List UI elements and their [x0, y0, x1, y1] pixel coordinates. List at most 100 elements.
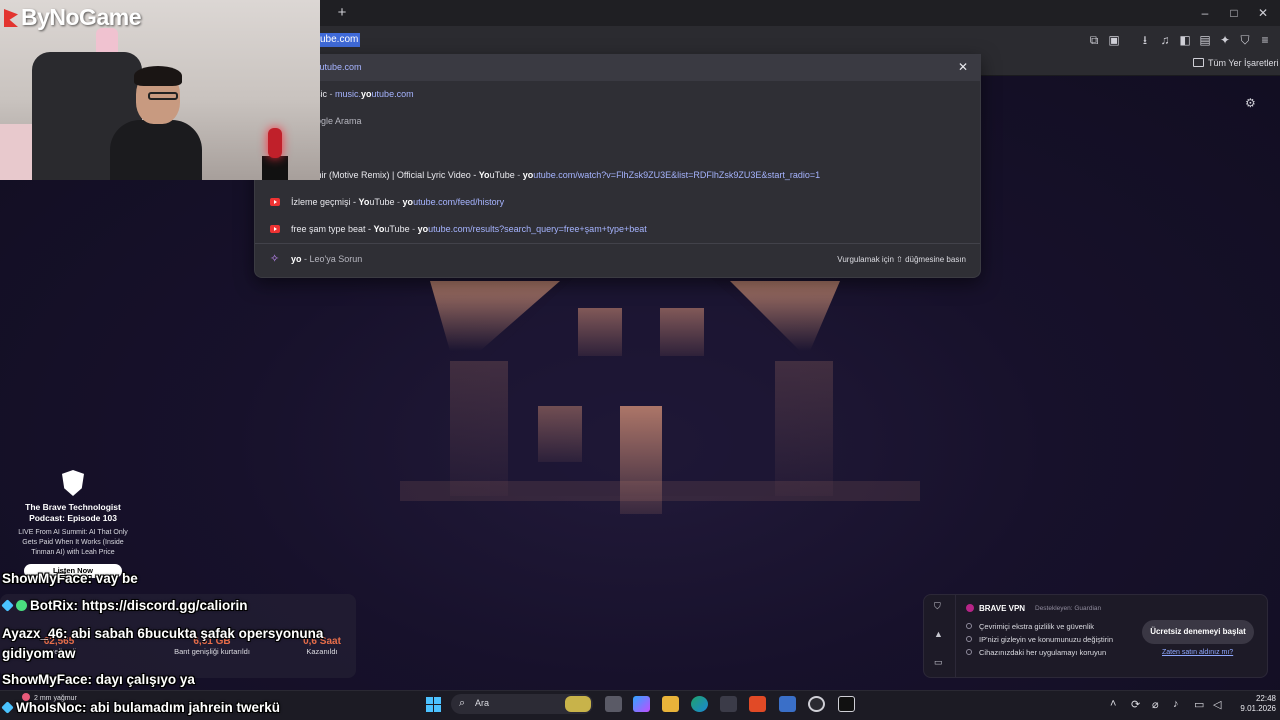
already-purchased-link[interactable]: Zaten satın aldınız mı? [1162, 649, 1233, 656]
vpn-title: BRAVE VPN [966, 604, 1025, 613]
extensions-icon[interactable]: ⧉ [1086, 33, 1102, 47]
microphone [268, 128, 282, 158]
vpn-card-sidebar: ⛉ ▲ ▭ [924, 595, 956, 677]
store-icon[interactable] [720, 696, 737, 712]
app-icon[interactable] [779, 696, 796, 712]
suggestion-text: free şam type beat - YouTube - youtube.c… [291, 224, 647, 234]
sync-icon[interactable]: ⟳ [1131, 698, 1140, 711]
task-view-icon[interactable] [605, 696, 622, 712]
check-icon [966, 623, 972, 629]
streamer [110, 66, 202, 180]
youtube-icon [270, 225, 280, 233]
brave-vpn-card: ⛉ ▲ ▭ BRAVE VPN Destekleyen: Guardian Çe… [923, 594, 1268, 678]
suggestion-text: st - Zehir (Motive Remix) | Official Lyr… [291, 170, 821, 180]
menu-icon[interactable]: ≡ [1257, 33, 1273, 47]
suggestion-row[interactable]: e - Google Arama [255, 108, 980, 135]
suggestion-text: yo - Leo'ya Sorun [291, 254, 363, 264]
vpn-logo-icon [966, 604, 974, 612]
brave-lion-icon [62, 470, 84, 496]
sidebar-icon[interactable]: ◧ [1177, 33, 1193, 47]
search-label: Ara [475, 698, 490, 708]
volume-icon[interactable]: ◁ [1213, 698, 1221, 711]
microphone-icon[interactable]: ♪ [1173, 698, 1179, 710]
minimize-button[interactable]: – [1192, 4, 1218, 22]
youtube-icon [270, 198, 280, 206]
side-left [450, 361, 508, 496]
camera-icon[interactable]: ▭ [934, 657, 943, 668]
vpn-shield-icon[interactable]: ⛉ [934, 601, 941, 612]
glasses [148, 92, 178, 100]
check-icon [966, 636, 972, 642]
torso [110, 120, 202, 180]
window-left [578, 308, 622, 356]
leo-icon: ✧ [270, 253, 280, 265]
all-bookmarks-folder[interactable]: Tüm Yer İşaretleri [1193, 57, 1279, 70]
taskbar-search[interactable]: ⌕ Ara [451, 694, 593, 714]
keyboard-hint: Vurgulamak için ⇧ düğmesine basın [837, 255, 966, 264]
close-window-button[interactable]: ✕ [1250, 4, 1276, 22]
suggestion-row[interactable]: İzleme geçmişi - YouTube - youtube.com/f… [255, 189, 980, 216]
vpn-sponsor: Destekleyen: Guardian [1035, 605, 1102, 612]
omnibox-suggestions: be - youtube.com ✕ be Music - music.yout… [254, 54, 981, 278]
suggestion-row[interactable]: be Music - music.youtube.com [255, 81, 980, 108]
windows-logo-tile [434, 705, 441, 712]
gear-icon[interactable]: ⚙ [1245, 96, 1256, 110]
start-free-trial-button[interactable]: Ücretsiz denemeyi başlat [1142, 620, 1254, 644]
webcam-overlay: ByNoGame [0, 0, 320, 180]
warning-icon[interactable]: ▲ [934, 629, 943, 639]
windows-logo-tile [434, 697, 441, 704]
copilot-icon[interactable] [633, 696, 650, 712]
screenshot-icon[interactable]: ▣ [1106, 33, 1122, 47]
start-button[interactable] [426, 697, 441, 712]
promo-description: LIVE From AI Summit: AI That Only Gets P… [18, 529, 128, 556]
logo-mark-icon [4, 9, 18, 27]
window-lower [538, 406, 582, 462]
verified-badge-icon [16, 600, 27, 611]
capcut-icon[interactable] [838, 696, 855, 712]
suggestion-row[interactable]: be - youtube.com ✕ [255, 54, 980, 81]
bluetooth-icon[interactable]: ⌀ [1152, 698, 1159, 711]
chat-message: WhoIsNoc: abi bulamadım jahrein twerkü [1, 700, 280, 716]
window-right [660, 308, 704, 356]
promo-title: The Brave Technologist Podcast: Episode … [25, 502, 121, 523]
windows-logo-tile [426, 705, 433, 712]
file-explorer-icon[interactable] [662, 696, 679, 712]
music-icon[interactable]: ♫ [1157, 33, 1173, 47]
ground-glow [400, 481, 920, 501]
windows-logo-tile [426, 697, 433, 704]
network-icon[interactable]: ▭ [1194, 698, 1204, 711]
clock[interactable]: 22:48 9.01.2026 [1232, 694, 1276, 714]
close-icon[interactable]: ✕ [958, 60, 968, 74]
vpn-feature: Çevrimiçi ekstra gizlilik ve güvenlik [966, 622, 1094, 631]
suggestion-row[interactable]: st - Zehir (Motive Remix) | Official Lyr… [255, 162, 980, 189]
wallet-icon[interactable]: ▤ [1197, 33, 1213, 47]
chat-message: ShowMyFace: dayı çalışıyo ya [2, 672, 195, 687]
suggestion-row[interactable]: free şam type beat - YouTube - youtube.c… [255, 216, 980, 243]
vpn-feature: Cihazınızdaki her uygulamayı koruyun [966, 648, 1106, 657]
chevron-up-icon[interactable]: ˄ [1110, 698, 1116, 710]
brave-icon[interactable] [749, 696, 766, 712]
obs-icon[interactable] [808, 696, 825, 712]
new-tab-button[interactable]: + [334, 4, 350, 22]
stream-logo: ByNoGame [4, 4, 141, 31]
download-icon[interactable]: ⭳ [1137, 33, 1153, 47]
mic-arm [262, 156, 288, 180]
chat-message: Ayazx_46: abi sabah 6bucukta şafak opers… [2, 626, 324, 641]
chat-message: BotRix: https://discord.gg/caliorin [1, 598, 248, 614]
search-highlight-image [565, 696, 591, 712]
chat-message: ShowMyFace: vay be [2, 571, 138, 586]
side-right [775, 361, 833, 496]
edge-icon[interactable] [691, 696, 708, 712]
podcast-promo: The Brave Technologist Podcast: Episode … [14, 470, 132, 578]
sword-badge-icon [1, 599, 14, 612]
leo-suggestion-row[interactable]: ✧ yo - Leo'ya Sorun Vurgulamak için ⇧ dü… [255, 246, 980, 273]
suggestion-row[interactable]: be [255, 135, 980, 162]
sword-badge-icon [1, 701, 14, 714]
folder-icon [1193, 58, 1204, 67]
shield-icon[interactable]: ⛉ [1237, 33, 1253, 47]
address-bar-input[interactable]: ube.com [318, 33, 361, 47]
maximize-button[interactable]: □ [1221, 4, 1247, 22]
vpn-feature: IP'nizi gizleyin ve konumunuzu değiştiri… [966, 635, 1113, 644]
leo-ai-icon[interactable]: ✦ [1217, 33, 1233, 47]
hair [134, 66, 182, 86]
